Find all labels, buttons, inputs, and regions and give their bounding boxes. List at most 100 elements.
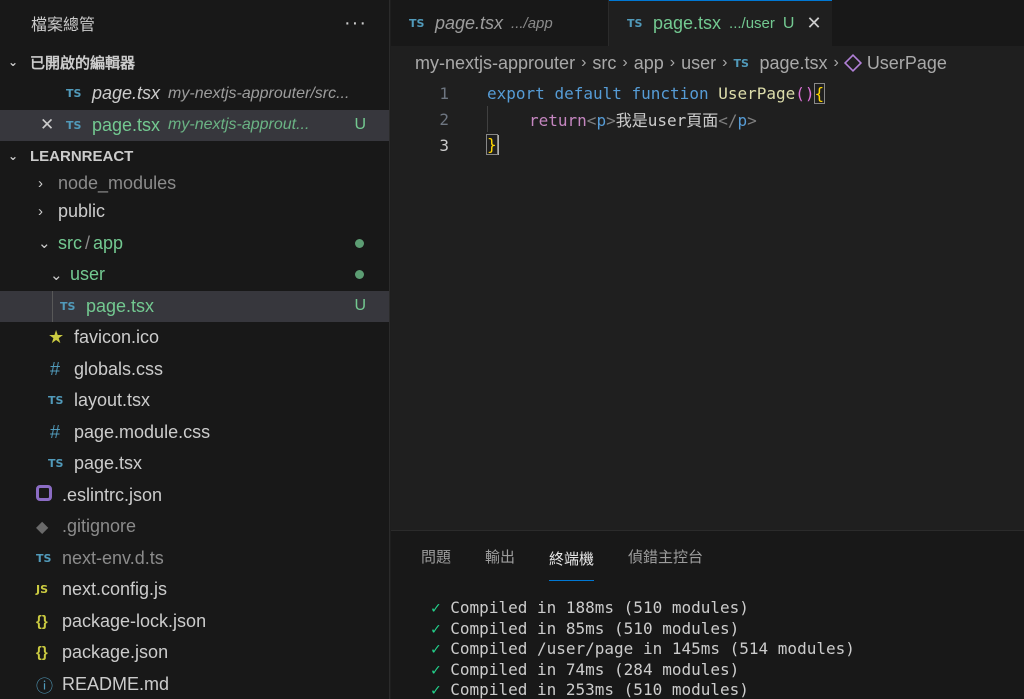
keyword: return <box>529 111 587 130</box>
tree-file-package-json[interactable]: {} package.json <box>0 637 389 669</box>
tree-file-favicon[interactable]: ★ favicon.ico <box>0 322 389 354</box>
code-text: export default function UserPage(){ <box>487 82 826 104</box>
check-icon: ✓ <box>431 680 441 699</box>
tree-folder-user[interactable]: ⌄ user <box>0 259 389 291</box>
tab-user-page[interactable]: TS page.tsx .../user U ✕ <box>609 0 832 46</box>
tree-folder-node-modules[interactable]: › node_modules <box>0 171 389 196</box>
open-brace: { <box>813 82 826 104</box>
tree-item-label: app <box>93 232 124 253</box>
keyword: function <box>631 83 709 103</box>
terminal-line: ✓ Compiled in 188ms (510 modules) <box>431 598 1024 619</box>
keyword: default <box>554 83 622 103</box>
tab-output[interactable]: 輸出 <box>485 531 515 581</box>
tree-file-eslintrc[interactable]: .eslintrc.json <box>0 480 389 512</box>
editor-tabs: TS page.tsx .../app TS page.tsx .../user… <box>391 0 1024 46</box>
json-file-icon: {} <box>36 612 48 630</box>
tag-punct: > <box>747 111 757 130</box>
tree-file-user-page[interactable]: TS page.tsx U <box>0 290 389 322</box>
code-line: 1 export default function UserPage(){ <box>391 80 1024 106</box>
tab-terminal[interactable]: 終端機 <box>549 537 595 581</box>
breadcrumb-item[interactable]: page.tsx <box>759 53 827 74</box>
tree-item-label: .gitignore <box>62 516 137 537</box>
tree-item-label: public <box>58 201 106 222</box>
tree-item-label: next.config.js <box>62 579 168 600</box>
tree-file-page-module-css[interactable]: # page.module.css <box>0 417 389 449</box>
more-actions-icon[interactable]: ··· <box>344 13 367 33</box>
tree-item-label: user <box>70 264 106 285</box>
chevron-down-icon: ⌄ <box>38 235 51 253</box>
chevron-right-icon: › <box>38 203 43 221</box>
tag-name: p <box>737 111 748 130</box>
tree-file-next-config[interactable]: JS next.config.js <box>0 574 389 606</box>
tab-path: .../user <box>729 15 775 32</box>
parens: () <box>795 83 815 103</box>
eslint-icon <box>36 484 62 506</box>
code-editor[interactable]: 1 export default function UserPage(){ 2 … <box>391 80 1024 530</box>
breadcrumb-item[interactable]: app <box>634 53 664 74</box>
open-editors-header[interactable]: ⌄ 已開啟的編輯器 <box>0 46 389 78</box>
symbol-function-icon <box>843 53 862 73</box>
open-editor-item-active[interactable]: ✕ TS page.tsx my-nextjs-approut... U <box>0 109 389 141</box>
breadcrumb-item[interactable]: user <box>681 53 716 74</box>
chevron-right-icon: › <box>622 54 628 71</box>
tab-debug-console[interactable]: 偵錯主控台 <box>628 531 703 581</box>
untracked-badge: U <box>782 14 795 32</box>
check-icon: ✓ <box>431 598 441 617</box>
open-editor-name: page.tsx <box>92 114 161 135</box>
tab-app-page[interactable]: TS page.tsx .../app <box>391 0 609 46</box>
terminal-text: Compiled in 74ms (284 modules) <box>450 659 740 679</box>
check-icon: ✓ <box>431 639 441 658</box>
untracked-badge: U <box>354 116 366 134</box>
tag-punct: < <box>586 111 597 130</box>
tree-item-label: .eslintrc.json <box>62 484 163 505</box>
typescript-file-icon: TS <box>66 118 82 132</box>
breadcrumb-item[interactable]: src <box>592 53 616 74</box>
tree-item-label: layout.tsx <box>74 390 151 411</box>
chevron-right-icon: › <box>833 54 839 71</box>
chevron-right-icon: › <box>581 54 587 71</box>
chevron-right-icon: › <box>722 54 728 71</box>
tree-item-label: page.tsx <box>86 295 155 316</box>
text-cursor <box>496 135 499 156</box>
terminal-text: Compiled in 188ms (510 modules) <box>450 598 749 617</box>
terminal-line: ✓ Compiled in 85ms (510 modules) <box>431 619 1024 640</box>
star-icon: ★ <box>48 327 65 348</box>
open-editor-name: page.tsx <box>92 83 161 104</box>
terminal-line: ✓ Compiled in 253ms (510 modules) <box>431 680 1024 699</box>
breadcrumb-item[interactable]: UserPage <box>867 53 947 74</box>
code-text: } <box>486 133 499 156</box>
tree-item-label: next-env.d.ts <box>62 547 164 568</box>
project-title: LEARNREACT <box>30 147 134 165</box>
tree-folder-public[interactable]: › public <box>0 196 389 228</box>
check-icon: ✓ <box>431 659 441 679</box>
tree-file-gitignore[interactable]: ◆ .gitignore <box>0 511 389 543</box>
close-icon[interactable]: ✕ <box>806 13 821 34</box>
tree-file-next-env[interactable]: TS next-env.d.ts <box>0 543 389 575</box>
tree-item-label: src <box>58 232 82 253</box>
project-header[interactable]: ⌄ LEARNREACT <box>0 141 389 171</box>
close-brace: } <box>486 133 498 155</box>
open-editor-path: my-nextjs-approuter/src... <box>168 84 350 102</box>
terminal-output[interactable]: ✓ Compiled in 188ms (510 modules) ✓ Comp… <box>391 581 1024 699</box>
typescript-file-icon: TS <box>36 551 52 565</box>
breadcrumb-item[interactable]: my-nextjs-approuter <box>415 53 575 74</box>
tree-file-package-lock[interactable]: {} package-lock.json <box>0 606 389 638</box>
tree-file-app-page[interactable]: TS page.tsx <box>0 448 389 480</box>
terminal-text: Compiled /user/page in 145ms (514 module… <box>450 639 855 658</box>
open-editors-title: 已開啟的編輯器 <box>30 54 136 72</box>
function-name: UserPage <box>718 83 796 103</box>
line-number: 2 <box>439 109 449 129</box>
explorer-title: 檔案總管 <box>31 17 96 34</box>
tree-folder-src-app[interactable]: ⌄ src / app <box>0 228 389 260</box>
typescript-file-icon: TS <box>66 87 82 101</box>
code-text: return<p>我是user頁面</p> <box>529 107 757 131</box>
tree-file-readme[interactable]: ⓘ README.md <box>0 669 389 699</box>
tree-file-layout[interactable]: TS layout.tsx <box>0 385 389 417</box>
tree-item-label: page.tsx <box>74 453 143 474</box>
tab-problems[interactable]: 問題 <box>421 531 451 581</box>
typescript-file-icon: TS <box>48 457 64 471</box>
open-editor-item[interactable]: TS page.tsx my-nextjs-approuter/src... <box>0 78 389 110</box>
close-icon[interactable]: ✕ <box>40 115 54 135</box>
git-icon: ◆ <box>36 518 49 536</box>
tree-file-globals-css[interactable]: # globals.css <box>0 354 389 386</box>
